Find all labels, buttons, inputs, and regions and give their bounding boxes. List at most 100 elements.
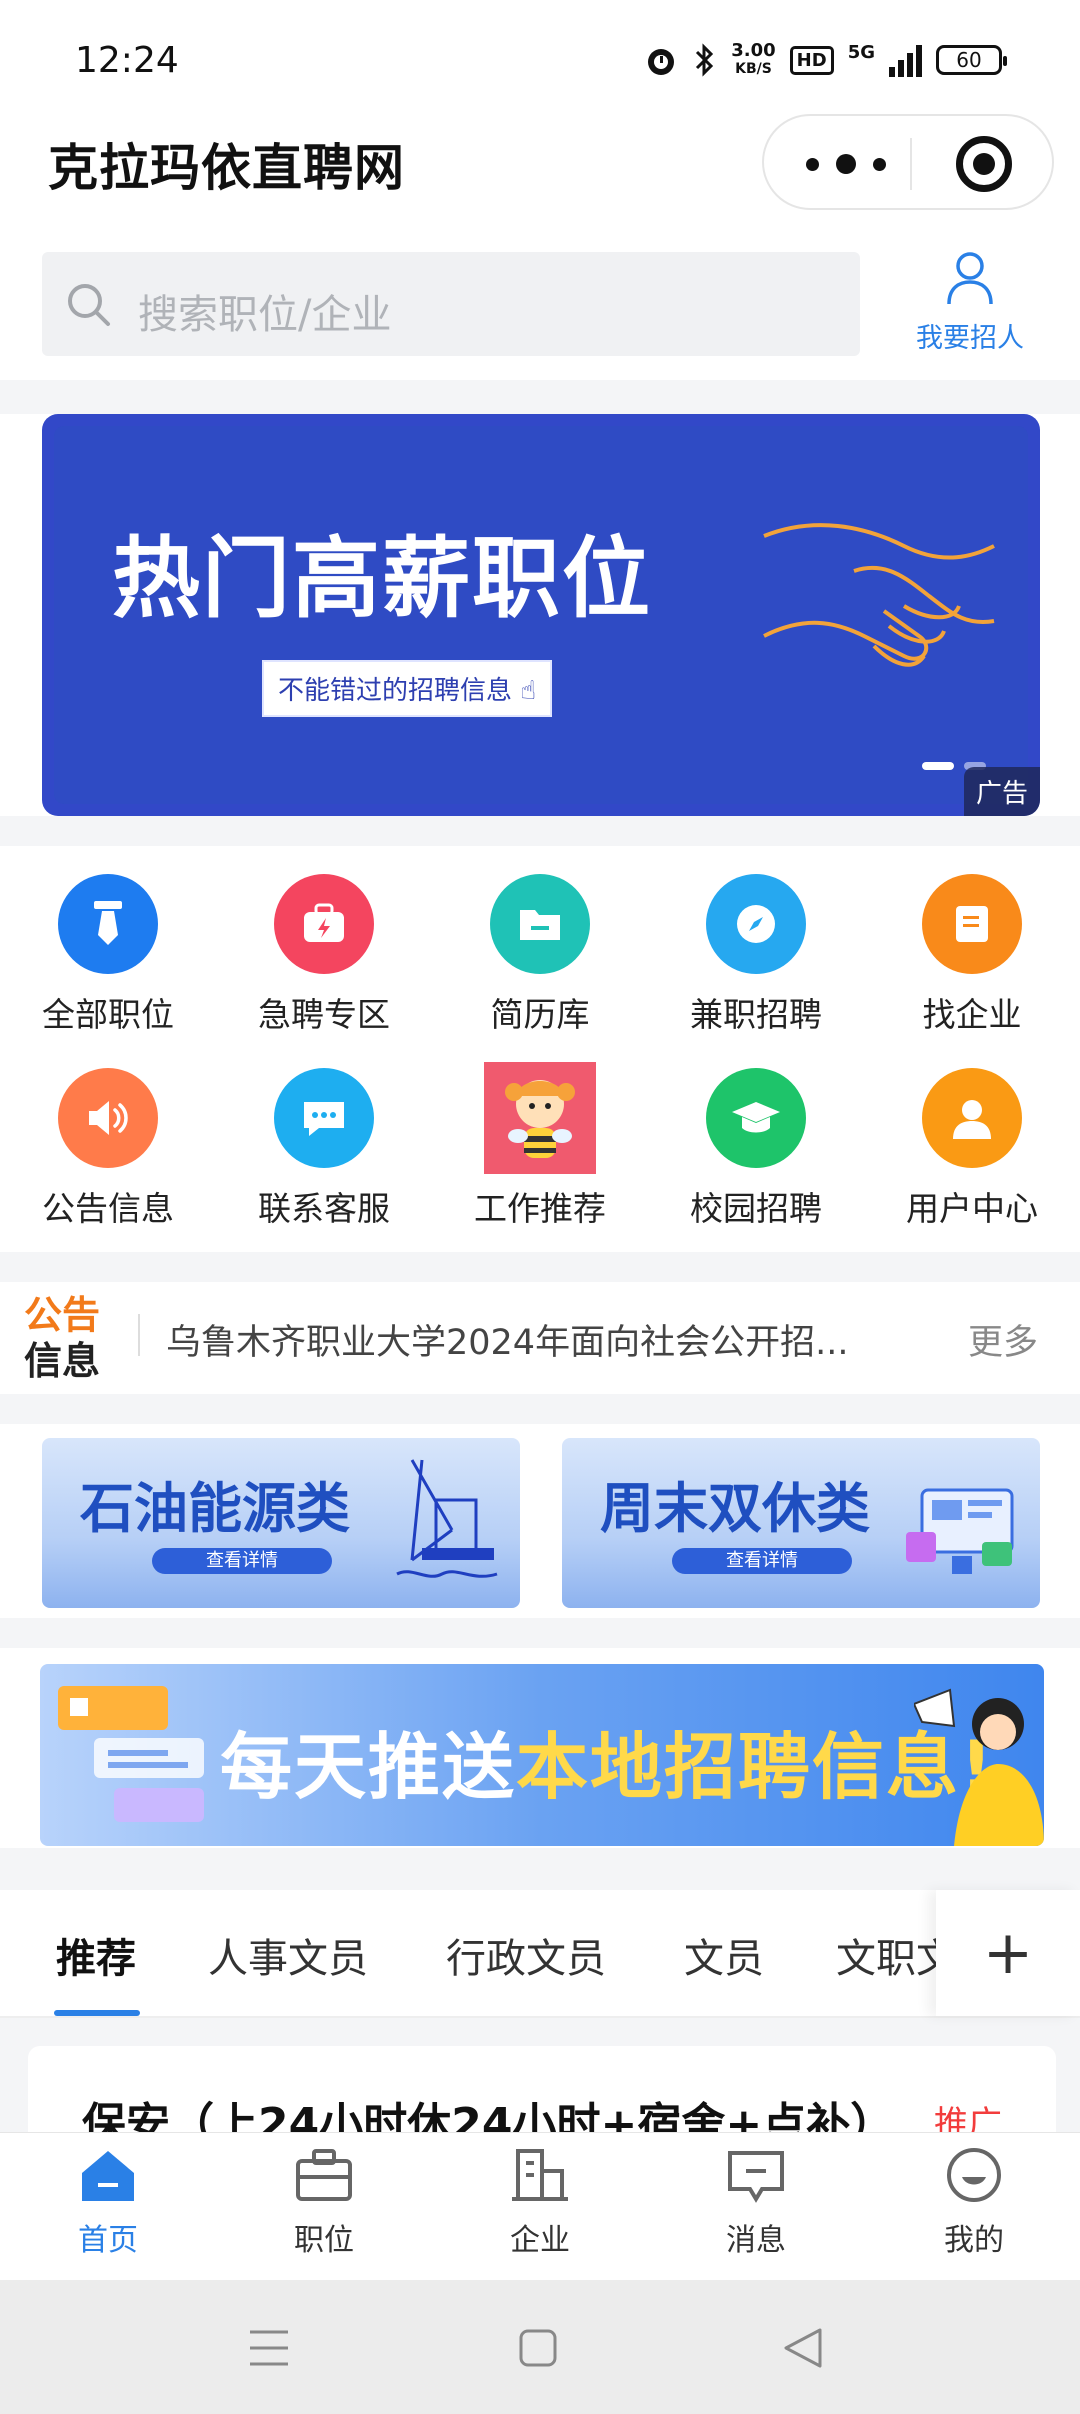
bluetooth-icon [696,43,714,77]
grid-label: 急聘专区 [258,995,390,1034]
notice-logo-bottom: 信息 [24,1339,101,1383]
category-title: 周末双休类 [600,1477,870,1540]
megaphone-girl-icon [914,1688,1044,1846]
notice-bar: 公告 信息 乌鲁木齐职业大学2024年面向社会公开招... 更多 [0,1282,1080,1394]
nav-home[interactable]: 首页 [28,2145,188,2259]
capsule-divider [910,138,912,190]
speed-value: 3.00 [731,40,776,61]
search-row: 搜索职位/企业 我要招人 [0,240,1080,380]
banner-subtitle: 不能错过的招聘信息 ☝ [262,660,553,717]
grid-item-announcements[interactable]: 公告信息 [18,1068,198,1230]
banner-subtitle-text: 不能错过的招聘信息 [278,676,513,706]
app-header: 克拉玛依直聘网 [0,100,1080,240]
nav-messages[interactable]: 消息 [676,2145,836,2259]
chat-bubble-icon [274,1068,374,1168]
tie-icon [58,874,158,974]
promo-banner[interactable]: 热门高薪职位 不能错过的招聘信息 ☝ 广告 [42,414,1040,816]
notice-divider [138,1314,140,1356]
push-text-white: 每天推送 [220,1725,517,1809]
notice-logo-top: 公告 [24,1293,101,1337]
add-tab-button[interactable]: + [936,1890,1080,2016]
urgent-bag-icon [274,874,374,974]
handshake-icon [763,523,995,667]
category-detail-button[interactable]: 查看详情 [672,1548,852,1574]
user-icon [947,252,993,305]
recruit-button[interactable]: 我要招人 [905,250,1035,360]
banner-title: 热门高薪职位 [112,527,653,630]
person-icon [922,1068,1022,1168]
status-icons: 3.00 KB/S HD 5G 60 [643,42,1007,78]
category-card-weekend[interactable]: 周末双休类 查看详情 [562,1438,1040,1608]
notice-text[interactable]: 乌鲁木齐职业大学2024年面向社会公开招... [166,1314,928,1365]
grid-item-resume[interactable]: 简历库 [450,874,630,1036]
speed-unit: KB/S [735,61,772,77]
more-icon[interactable] [806,146,886,182]
message-icon [728,2151,784,2203]
tab-admin-clerk[interactable]: 行政文员 [446,1926,606,1984]
close-target-icon[interactable] [956,136,1012,192]
push-text: 每天推送本地招聘信息! [220,1708,995,1813]
grid-item-urgent[interactable]: 急聘专区 [234,874,414,1036]
category-card-petroleum[interactable]: 石油能源类 查看详情 [42,1438,520,1608]
search-input[interactable]: 搜索职位/企业 [42,252,860,356]
grid-label: 公告信息 [42,1189,174,1228]
page-title: 克拉玛依直聘网 [48,139,405,197]
graduation-cap-icon [706,1068,806,1168]
grid-item-user-center[interactable]: 用户中心 [882,1068,1062,1230]
grid-item-campus[interactable]: 校园招聘 [666,1068,846,1230]
home-square-icon[interactable] [518,2328,558,2368]
notice-more-link[interactable]: 更多 [968,1314,1038,1365]
notice-logo: 公告 信息 [24,1292,120,1384]
grid-label: 简历库 [490,995,590,1034]
home-icon [82,2151,134,2201]
tab-clerk[interactable]: 文员 [684,1926,764,1984]
grid-label: 工作推荐 [474,1189,606,1228]
category-title: 石油能源类 [80,1477,350,1540]
grid-item-all-jobs[interactable]: 全部职位 [18,874,198,1036]
system-nav-bar [0,2280,1080,2414]
grid-item-job-recommend[interactable]: 工作推荐 [450,1062,630,1230]
grid-item-companies[interactable]: 找企业 [882,874,1062,1036]
grid-item-parttime[interactable]: 兼职招聘 [666,874,846,1036]
status-time: 12:24 [75,40,179,81]
battery-icon: 60 [936,45,1007,75]
tab-hr-clerk[interactable]: 人事文员 [208,1926,368,1984]
tab-recommend[interactable]: 推荐 [56,1926,136,1984]
compass-icon [706,874,806,974]
grid-label: 兼职招聘 [690,995,822,1034]
bottom-nav: 首页 职位 企业 消息 我的 [0,2132,1080,2280]
folder-icon [490,874,590,974]
nav-label: 职位 [294,2223,354,2258]
speaker-icon [58,1068,158,1168]
banner-section: 热门高薪职位 不能错过的招聘信息 ☝ 广告 [0,414,1080,816]
search-icon [68,284,110,326]
hd-badge: HD [789,45,834,75]
oil-rig-icon [396,1459,498,1578]
signal-icon [889,43,922,77]
job-tabs: 推荐 人事文员 行政文员 文员 文职文员 + [0,1890,1080,2018]
briefcase-icon [296,2149,352,2201]
network-speed: 3.00 KB/S [731,42,775,78]
nav-profile[interactable]: 我的 [894,2145,1054,2259]
alarm-icon [648,49,675,75]
pointer-hand-icon: ☝ [520,676,537,706]
nav-label: 首页 [78,2223,138,2258]
push-banner-section: 每天推送本地招聘信息! [0,1648,1080,1848]
nav-jobs[interactable]: 职位 [244,2145,404,2259]
nav-companies[interactable]: 企业 [460,2145,620,2259]
push-banner[interactable]: 每天推送本地招聘信息! [40,1664,1044,1846]
grid-item-customer-service[interactable]: 联系客服 [234,1068,414,1230]
grid-label: 全部职位 [42,995,174,1034]
menu-icon[interactable] [248,2328,290,2368]
search-placeholder: 搜索职位/企业 [138,292,392,338]
network-type: 5G [847,42,875,63]
nav-label: 企业 [510,2223,570,2258]
category-detail-button[interactable]: 查看详情 [152,1548,332,1574]
building-icon [512,2149,568,2201]
computer-icon [906,1488,1014,1574]
chat-cards-icon [58,1686,204,1822]
book-icon [922,874,1022,974]
back-icon[interactable] [782,2326,824,2370]
grid-label: 用户中心 [906,1189,1038,1228]
recruit-label: 我要招人 [916,323,1024,354]
